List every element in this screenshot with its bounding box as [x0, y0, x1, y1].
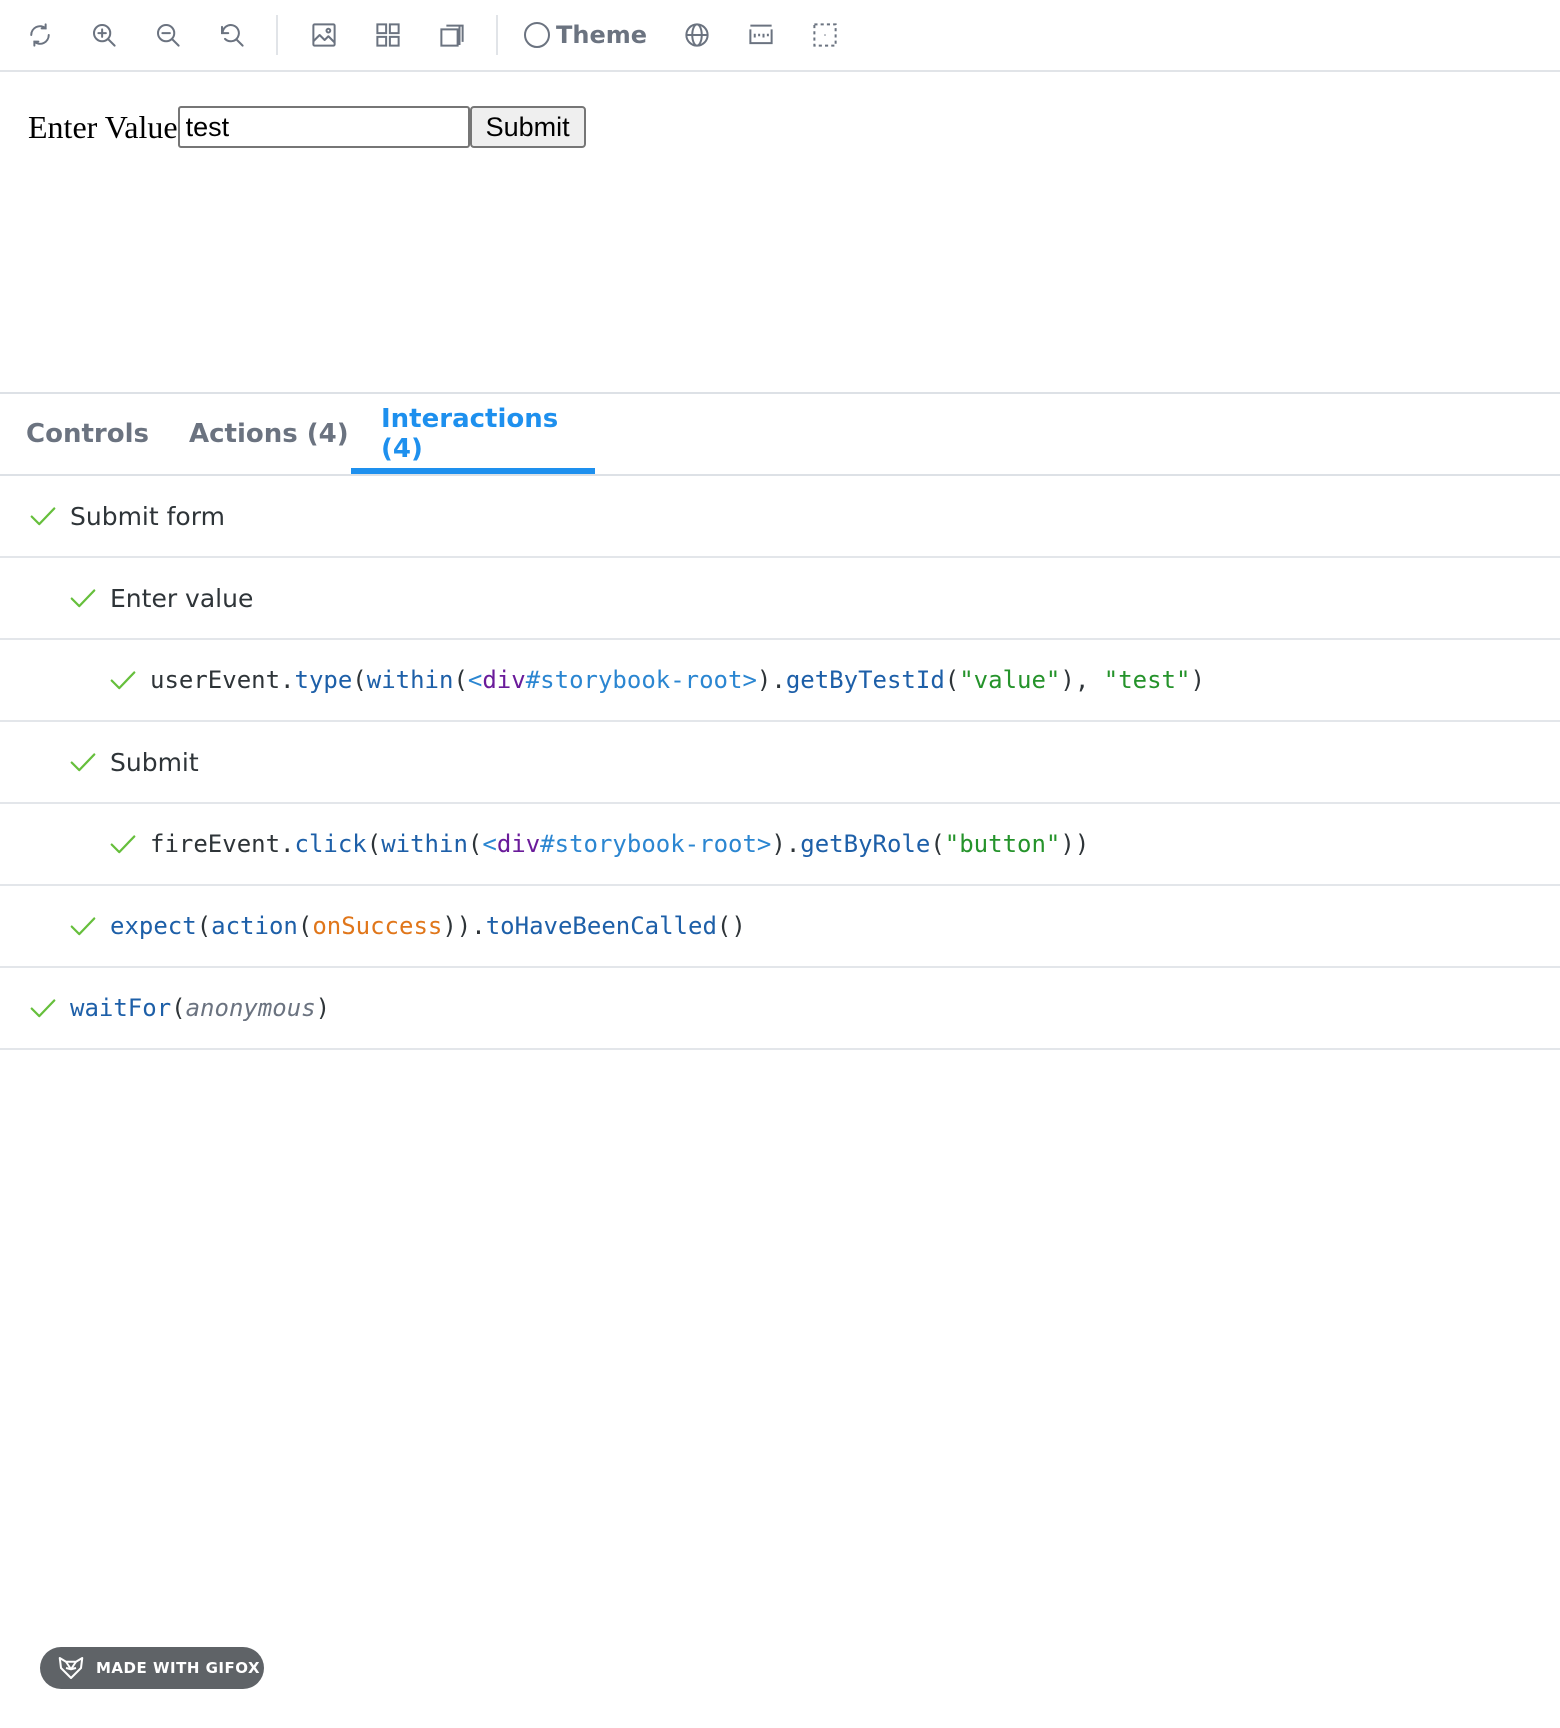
value-input[interactable]	[177, 106, 470, 148]
step-label: Submit	[110, 747, 199, 777]
reload-icon[interactable]	[20, 15, 60, 55]
interaction-step[interactable]: waitFor(anonymous)	[0, 968, 1560, 1050]
check-icon	[108, 829, 138, 859]
interaction-step[interactable]: Enter value	[0, 558, 1560, 640]
grid-icon[interactable]	[368, 15, 408, 55]
gifox-label: MADE WITH GIFOX	[96, 1659, 261, 1677]
interaction-step[interactable]: Submit	[0, 722, 1560, 804]
check-icon	[68, 747, 98, 777]
story-preview: Enter Value Submit	[0, 72, 1560, 394]
toolbar: Theme	[0, 0, 1560, 72]
toolbar-divider	[276, 15, 278, 55]
check-icon	[68, 583, 98, 613]
gifox-badge: MADE WITH GIFOX	[40, 1647, 264, 1689]
globe-icon[interactable]	[677, 15, 717, 55]
step-code: userEvent.type(within(<div#storybook-roo…	[150, 666, 1205, 694]
step-label: Submit form	[70, 501, 225, 531]
interaction-step[interactable]: expect(action(onSuccess)).toHaveBeenCall…	[0, 886, 1560, 968]
check-icon	[28, 993, 58, 1023]
fox-icon	[58, 1657, 84, 1679]
reset-zoom-icon[interactable]	[212, 15, 252, 55]
step-label: Enter value	[110, 583, 254, 613]
viewport-icon[interactable]	[432, 15, 472, 55]
addon-tabs: Controls Actions (4) Interactions (4)	[0, 394, 1560, 476]
step-code: waitFor(anonymous)	[70, 994, 331, 1022]
background-icon[interactable]	[304, 15, 344, 55]
outline-icon[interactable]	[805, 15, 845, 55]
toolbar-divider	[496, 15, 498, 55]
submit-button[interactable]: Submit	[469, 106, 586, 148]
zoom-out-icon[interactable]	[148, 15, 188, 55]
check-icon	[68, 911, 98, 941]
form-label: Enter Value	[28, 108, 178, 145]
interaction-step[interactable]: userEvent.type(within(<div#storybook-roo…	[0, 640, 1560, 722]
zoom-in-icon[interactable]	[84, 15, 124, 55]
value-form: Enter Value Submit	[28, 106, 586, 148]
theme-label: Theme	[556, 21, 648, 49]
tab-interactions[interactable]: Interactions (4)	[351, 394, 595, 474]
tab-controls[interactable]: Controls	[26, 394, 149, 474]
theme-button[interactable]: Theme	[524, 15, 647, 55]
interaction-step[interactable]: Submit form	[0, 476, 1560, 558]
circle-icon	[524, 22, 550, 48]
step-code: expect(action(onSuccess)).toHaveBeenCall…	[110, 912, 746, 940]
tab-actions[interactable]: Actions (4)	[189, 394, 349, 474]
interaction-step[interactable]: fireEvent.click(within(<div#storybook-ro…	[0, 804, 1560, 886]
measure-icon[interactable]	[741, 15, 781, 55]
step-code: fireEvent.click(within(<div#storybook-ro…	[150, 830, 1090, 858]
check-icon	[108, 665, 138, 695]
check-icon	[28, 501, 58, 531]
